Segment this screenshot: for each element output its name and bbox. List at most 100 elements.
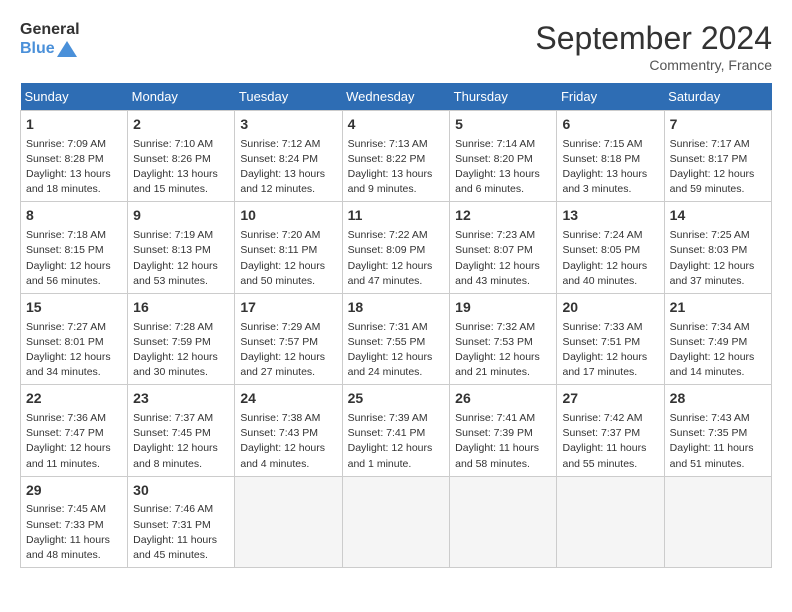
calendar-cell: 9Sunrise: 7:19 AMSunset: 8:13 PMDaylight… [128, 202, 235, 293]
calendar-cell [557, 476, 664, 567]
day-number: 3 [240, 115, 336, 135]
day-number: 12 [455, 206, 551, 226]
calendar-cell: 11Sunrise: 7:22 AMSunset: 8:09 PMDayligh… [342, 202, 450, 293]
logo: GeneralBlue [20, 20, 80, 58]
day-number: 16 [133, 298, 229, 318]
day-info: Sunrise: 7:34 AMSunset: 7:49 PMDaylight:… [670, 320, 766, 381]
day-info: Sunrise: 7:24 AMSunset: 8:05 PMDaylight:… [562, 228, 658, 289]
calendar-cell: 16Sunrise: 7:28 AMSunset: 7:59 PMDayligh… [128, 293, 235, 384]
day-info: Sunrise: 7:39 AMSunset: 7:41 PMDaylight:… [348, 411, 445, 472]
day-info: Sunrise: 7:41 AMSunset: 7:39 PMDaylight:… [455, 411, 551, 472]
day-number: 7 [670, 115, 766, 135]
location: Commentry, France [535, 57, 772, 73]
day-info: Sunrise: 7:43 AMSunset: 7:35 PMDaylight:… [670, 411, 766, 472]
day-number: 28 [670, 389, 766, 409]
calendar-cell: 26Sunrise: 7:41 AMSunset: 7:39 PMDayligh… [450, 385, 557, 476]
calendar-cell: 3Sunrise: 7:12 AMSunset: 8:24 PMDaylight… [235, 111, 342, 202]
day-info: Sunrise: 7:19 AMSunset: 8:13 PMDaylight:… [133, 228, 229, 289]
day-number: 1 [26, 115, 122, 135]
col-header-wednesday: Wednesday [342, 83, 450, 111]
calendar-cell: 17Sunrise: 7:29 AMSunset: 7:57 PMDayligh… [235, 293, 342, 384]
day-number: 10 [240, 206, 336, 226]
day-number: 2 [133, 115, 229, 135]
day-info: Sunrise: 7:09 AMSunset: 8:28 PMDaylight:… [26, 137, 122, 198]
calendar-cell: 19Sunrise: 7:32 AMSunset: 7:53 PMDayligh… [450, 293, 557, 384]
day-number: 21 [670, 298, 766, 318]
calendar-cell [342, 476, 450, 567]
calendar-cell: 2Sunrise: 7:10 AMSunset: 8:26 PMDaylight… [128, 111, 235, 202]
day-info: Sunrise: 7:46 AMSunset: 7:31 PMDaylight:… [133, 502, 229, 563]
calendar-cell: 6Sunrise: 7:15 AMSunset: 8:18 PMDaylight… [557, 111, 664, 202]
week-row-3: 15Sunrise: 7:27 AMSunset: 8:01 PMDayligh… [21, 293, 772, 384]
day-number: 8 [26, 206, 122, 226]
week-row-5: 29Sunrise: 7:45 AMSunset: 7:33 PMDayligh… [21, 476, 772, 567]
day-number: 19 [455, 298, 551, 318]
day-number: 5 [455, 115, 551, 135]
calendar-cell: 12Sunrise: 7:23 AMSunset: 8:07 PMDayligh… [450, 202, 557, 293]
day-number: 25 [348, 389, 445, 409]
calendar-cell: 30Sunrise: 7:46 AMSunset: 7:31 PMDayligh… [128, 476, 235, 567]
col-header-sunday: Sunday [21, 83, 128, 111]
day-number: 22 [26, 389, 122, 409]
calendar-cell: 29Sunrise: 7:45 AMSunset: 7:33 PMDayligh… [21, 476, 128, 567]
day-info: Sunrise: 7:31 AMSunset: 7:55 PMDaylight:… [348, 320, 445, 381]
calendar-cell: 1Sunrise: 7:09 AMSunset: 8:28 PMDaylight… [21, 111, 128, 202]
day-number: 15 [26, 298, 122, 318]
day-info: Sunrise: 7:23 AMSunset: 8:07 PMDaylight:… [455, 228, 551, 289]
calendar-cell: 24Sunrise: 7:38 AMSunset: 7:43 PMDayligh… [235, 385, 342, 476]
day-number: 30 [133, 481, 229, 501]
logo-text: GeneralBlue [20, 20, 80, 58]
calendar-cell: 14Sunrise: 7:25 AMSunset: 8:03 PMDayligh… [664, 202, 771, 293]
calendar-cell: 15Sunrise: 7:27 AMSunset: 8:01 PMDayligh… [21, 293, 128, 384]
day-info: Sunrise: 7:28 AMSunset: 7:59 PMDaylight:… [133, 320, 229, 381]
day-number: 23 [133, 389, 229, 409]
day-number: 9 [133, 206, 229, 226]
calendar-cell: 13Sunrise: 7:24 AMSunset: 8:05 PMDayligh… [557, 202, 664, 293]
day-info: Sunrise: 7:18 AMSunset: 8:15 PMDaylight:… [26, 228, 122, 289]
col-header-monday: Monday [128, 83, 235, 111]
day-number: 13 [562, 206, 658, 226]
header-row: SundayMondayTuesdayWednesdayThursdayFrid… [21, 83, 772, 111]
calendar-cell: 10Sunrise: 7:20 AMSunset: 8:11 PMDayligh… [235, 202, 342, 293]
day-info: Sunrise: 7:38 AMSunset: 7:43 PMDaylight:… [240, 411, 336, 472]
calendar-cell: 4Sunrise: 7:13 AMSunset: 8:22 PMDaylight… [342, 111, 450, 202]
month-title: September 2024 [535, 20, 772, 57]
day-number: 6 [562, 115, 658, 135]
calendar-cell [450, 476, 557, 567]
day-number: 18 [348, 298, 445, 318]
day-info: Sunrise: 7:37 AMSunset: 7:45 PMDaylight:… [133, 411, 229, 472]
day-number: 20 [562, 298, 658, 318]
day-info: Sunrise: 7:42 AMSunset: 7:37 PMDaylight:… [562, 411, 658, 472]
calendar-cell: 23Sunrise: 7:37 AMSunset: 7:45 PMDayligh… [128, 385, 235, 476]
day-number: 11 [348, 206, 445, 226]
day-info: Sunrise: 7:27 AMSunset: 8:01 PMDaylight:… [26, 320, 122, 381]
calendar-cell [664, 476, 771, 567]
calendar-cell: 8Sunrise: 7:18 AMSunset: 8:15 PMDaylight… [21, 202, 128, 293]
calendar-table: SundayMondayTuesdayWednesdayThursdayFrid… [20, 83, 772, 568]
day-number: 14 [670, 206, 766, 226]
week-row-1: 1Sunrise: 7:09 AMSunset: 8:28 PMDaylight… [21, 111, 772, 202]
calendar-cell: 21Sunrise: 7:34 AMSunset: 7:49 PMDayligh… [664, 293, 771, 384]
day-number: 26 [455, 389, 551, 409]
calendar-cell: 20Sunrise: 7:33 AMSunset: 7:51 PMDayligh… [557, 293, 664, 384]
calendar-cell: 18Sunrise: 7:31 AMSunset: 7:55 PMDayligh… [342, 293, 450, 384]
calendar-cell: 5Sunrise: 7:14 AMSunset: 8:20 PMDaylight… [450, 111, 557, 202]
week-row-4: 22Sunrise: 7:36 AMSunset: 7:47 PMDayligh… [21, 385, 772, 476]
calendar-cell: 7Sunrise: 7:17 AMSunset: 8:17 PMDaylight… [664, 111, 771, 202]
day-info: Sunrise: 7:32 AMSunset: 7:53 PMDaylight:… [455, 320, 551, 381]
col-header-thursday: Thursday [450, 83, 557, 111]
week-row-2: 8Sunrise: 7:18 AMSunset: 8:15 PMDaylight… [21, 202, 772, 293]
col-header-friday: Friday [557, 83, 664, 111]
day-info: Sunrise: 7:25 AMSunset: 8:03 PMDaylight:… [670, 228, 766, 289]
day-info: Sunrise: 7:20 AMSunset: 8:11 PMDaylight:… [240, 228, 336, 289]
calendar-cell: 28Sunrise: 7:43 AMSunset: 7:35 PMDayligh… [664, 385, 771, 476]
day-info: Sunrise: 7:15 AMSunset: 8:18 PMDaylight:… [562, 137, 658, 198]
calendar-cell: 22Sunrise: 7:36 AMSunset: 7:47 PMDayligh… [21, 385, 128, 476]
day-info: Sunrise: 7:33 AMSunset: 7:51 PMDaylight:… [562, 320, 658, 381]
day-number: 17 [240, 298, 336, 318]
page-header: GeneralBlue September 2024 Commentry, Fr… [20, 20, 772, 73]
day-number: 27 [562, 389, 658, 409]
col-header-tuesday: Tuesday [235, 83, 342, 111]
day-info: Sunrise: 7:10 AMSunset: 8:26 PMDaylight:… [133, 137, 229, 198]
day-number: 29 [26, 481, 122, 501]
